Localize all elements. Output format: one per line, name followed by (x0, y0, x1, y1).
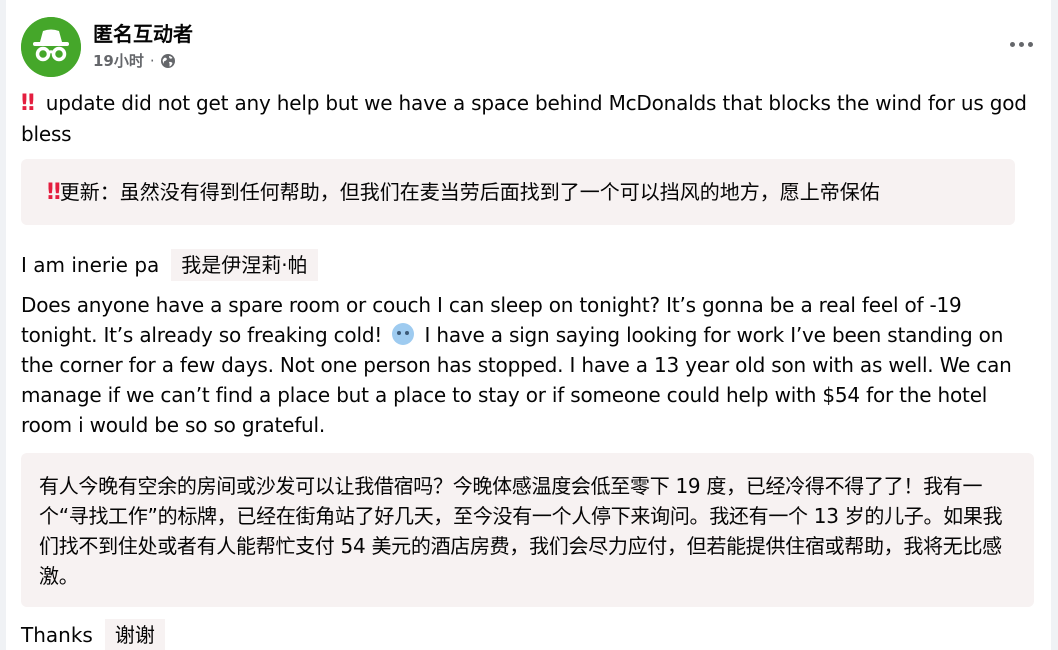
update-translation-box: ‼ 更新：虽然没有得到任何帮助，但我们在麦当劳后面找到了一个可以挡风的地方，愿上帝… (21, 159, 1015, 225)
intro-translation: 我是伊涅莉·帕 (171, 249, 318, 281)
update-paragraph: ‼ update did not get any help but we have… (21, 88, 1031, 149)
post-card: 匿名互动者 19小时 · ‼ update did not get any hel… (7, 0, 1051, 650)
intro-text: I am inerie pa (21, 253, 160, 277)
post-timestamp[interactable]: 19小时 (93, 50, 144, 71)
request-translation-text: 有人今晚有空余的房间或沙发可以让我借宿吗？今晚体感温度会低至零下 19 度，已经… (39, 474, 1003, 588)
meta-separator: · (149, 51, 155, 70)
update-text: update did not get any help but we have … (21, 91, 1027, 146)
request-translation-box: 有人今晚有空余的房间或沙发可以让我借宿吗？今晚体感温度会低至零下 19 度，已经… (21, 453, 1034, 607)
anonymous-incognito-avatar-icon (21, 17, 81, 77)
more-dot-icon (1009, 41, 1015, 47)
double-exclamation-icon: ‼ (21, 91, 35, 116)
right-page-edge (1051, 0, 1058, 650)
more-dot-icon (1027, 41, 1033, 47)
thanks-translation: 谢谢 (104, 619, 165, 650)
thanks-line: Thanks 谢谢 (21, 619, 165, 650)
intro-line: I am inerie pa 我是伊涅莉·帕 (21, 249, 318, 281)
update-translation-text: 更新：虽然没有得到任何帮助，但我们在麦当劳后面找到了一个可以挡风的地方，愿上帝保… (59, 180, 880, 204)
left-page-edge (0, 0, 6, 650)
request-paragraph: Does anyone have a spare room or couch I… (21, 290, 1031, 440)
cold-face-emoji-icon (392, 323, 415, 345)
post-page: 匿名互动者 19小时 · ‼ update did not get any hel… (0, 0, 1058, 650)
post-meta: 19小时 · (93, 50, 176, 71)
globe-icon[interactable] (160, 53, 176, 69)
double-exclamation-icon: ‼ (47, 180, 61, 205)
more-dot-icon (1018, 41, 1024, 47)
author-name[interactable]: 匿名互动者 (93, 18, 193, 47)
more-options-button[interactable] (1003, 30, 1039, 58)
author-avatar[interactable] (21, 17, 81, 77)
thanks-text: Thanks (21, 623, 93, 647)
